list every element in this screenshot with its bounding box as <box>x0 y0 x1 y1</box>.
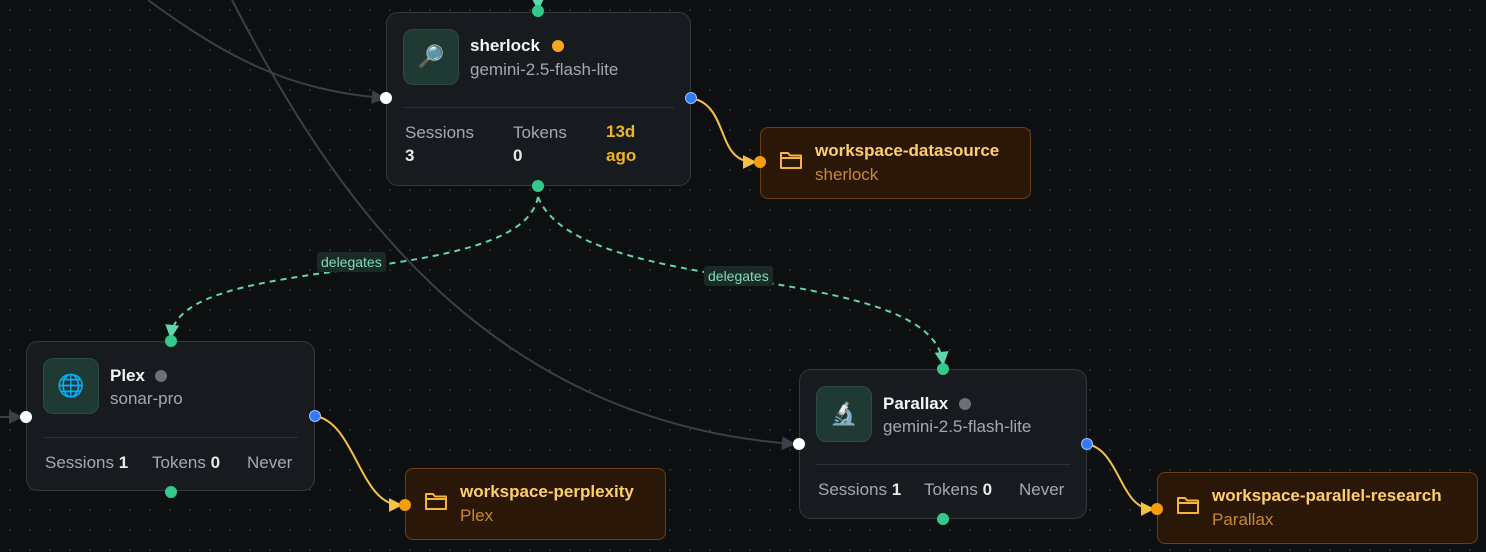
sessions-label: Sessions <box>818 480 887 499</box>
agent-node-plex[interactable]: 🌐 Plex sonar-pro Sessions 1 Tokens 0 Nev… <box>26 341 315 491</box>
workspace-perplexity-input-handle[interactable] <box>399 499 411 511</box>
folder-icon <box>780 152 802 169</box>
divider <box>816 464 1070 465</box>
workspace-owner: sherlock <box>815 165 879 184</box>
parallax-input-handle[interactable] <box>793 438 805 450</box>
plex-top-handle[interactable] <box>165 335 177 347</box>
workspace-parallel-input-handle[interactable] <box>1151 503 1163 515</box>
plex-input-handle[interactable] <box>20 411 32 423</box>
microscope-icon: 🔬 <box>816 386 872 442</box>
tokens-label: Tokens <box>513 123 567 142</box>
sessions-stat: Sessions 1 <box>45 453 128 473</box>
sessions-label: Sessions <box>45 453 114 472</box>
plex-output-handle[interactable] <box>309 410 321 422</box>
plex-bottom-handle[interactable] <box>165 486 177 498</box>
agent-model: gemini-2.5-flash-lite <box>883 417 1032 436</box>
workspace-node-datasource[interactable]: workspace-datasource sherlock <box>760 127 1031 199</box>
sessions-label: Sessions <box>405 123 474 142</box>
status-dot <box>155 370 167 382</box>
sessions-value: 1 <box>891 480 902 499</box>
workspace-node-parallel-research[interactable]: workspace-parallel-research Parallax <box>1157 472 1478 544</box>
tokens-value: 0 <box>210 453 221 472</box>
workspace-edge-sherlock[interactable] <box>690 97 757 169</box>
sessions-value: 1 <box>118 453 129 472</box>
parallax-output-handle[interactable] <box>1081 438 1093 450</box>
workspace-owner: Plex <box>460 506 494 525</box>
edge-label-delegates: delegates <box>317 252 386 272</box>
tokens-stat: Tokens 0 <box>152 453 220 473</box>
tokens-stat: Tokens 0 <box>924 480 992 500</box>
tokens-label: Tokens <box>924 480 978 499</box>
parallax-bottom-handle[interactable] <box>937 513 949 525</box>
globe-icon: 🌐 <box>43 358 99 414</box>
workspace-edge-plex[interactable] <box>314 415 403 512</box>
workspace-edge-parallax[interactable] <box>1086 443 1155 516</box>
last-active-value: Never <box>247 453 293 472</box>
edge-label-delegates: delegates <box>704 266 773 286</box>
parallax-top-handle[interactable] <box>937 363 949 375</box>
sessions-stat: Sessions 1 <box>818 480 901 500</box>
divider <box>403 107 674 108</box>
divider <box>43 437 298 438</box>
workspace-title: workspace-parallel-research <box>1212 486 1442 505</box>
sessions-value: 3 <box>405 146 415 165</box>
workspace-owner: Parallax <box>1212 510 1274 529</box>
status-dot <box>552 40 564 52</box>
folder-icon <box>425 493 447 510</box>
agent-name: sherlock <box>470 36 540 55</box>
workspace-datasource-input-handle[interactable] <box>754 156 766 168</box>
agent-name: Parallax <box>883 394 949 413</box>
workspace-node-perplexity[interactable]: workspace-perplexity Plex <box>405 468 666 540</box>
tokens-value: 0 <box>513 146 523 165</box>
edge-incoming-sherlock[interactable] <box>147 0 386 105</box>
sherlock-input-handle[interactable] <box>380 92 392 104</box>
last-active-value: 13d <box>606 122 636 141</box>
magnifier-icon: 🔎 <box>403 29 459 85</box>
agent-node-sherlock[interactable]: 🔎 sherlock gemini-2.5-flash-lite Session… <box>386 12 691 186</box>
agent-model: gemini-2.5-flash-lite <box>470 60 619 79</box>
last-active-value: Never <box>1019 480 1065 499</box>
tokens-value: 0 <box>982 480 993 499</box>
sherlock-top-handle[interactable] <box>532 5 544 17</box>
tokens-label: Tokens <box>152 453 206 472</box>
workspace-title: workspace-perplexity <box>460 482 634 501</box>
folder-icon <box>1177 497 1199 514</box>
status-dot <box>959 398 971 410</box>
workspace-title: workspace-datasource <box>815 141 1000 160</box>
agent-model: sonar-pro <box>110 389 183 408</box>
last-active-value-line2: ago <box>606 146 637 165</box>
sherlock-bottom-handle[interactable] <box>532 180 544 192</box>
agent-name: Plex <box>110 366 145 385</box>
sherlock-output-handle[interactable] <box>685 92 697 104</box>
agent-node-parallax[interactable]: 🔬 Parallax gemini-2.5-flash-lite Session… <box>799 369 1087 519</box>
